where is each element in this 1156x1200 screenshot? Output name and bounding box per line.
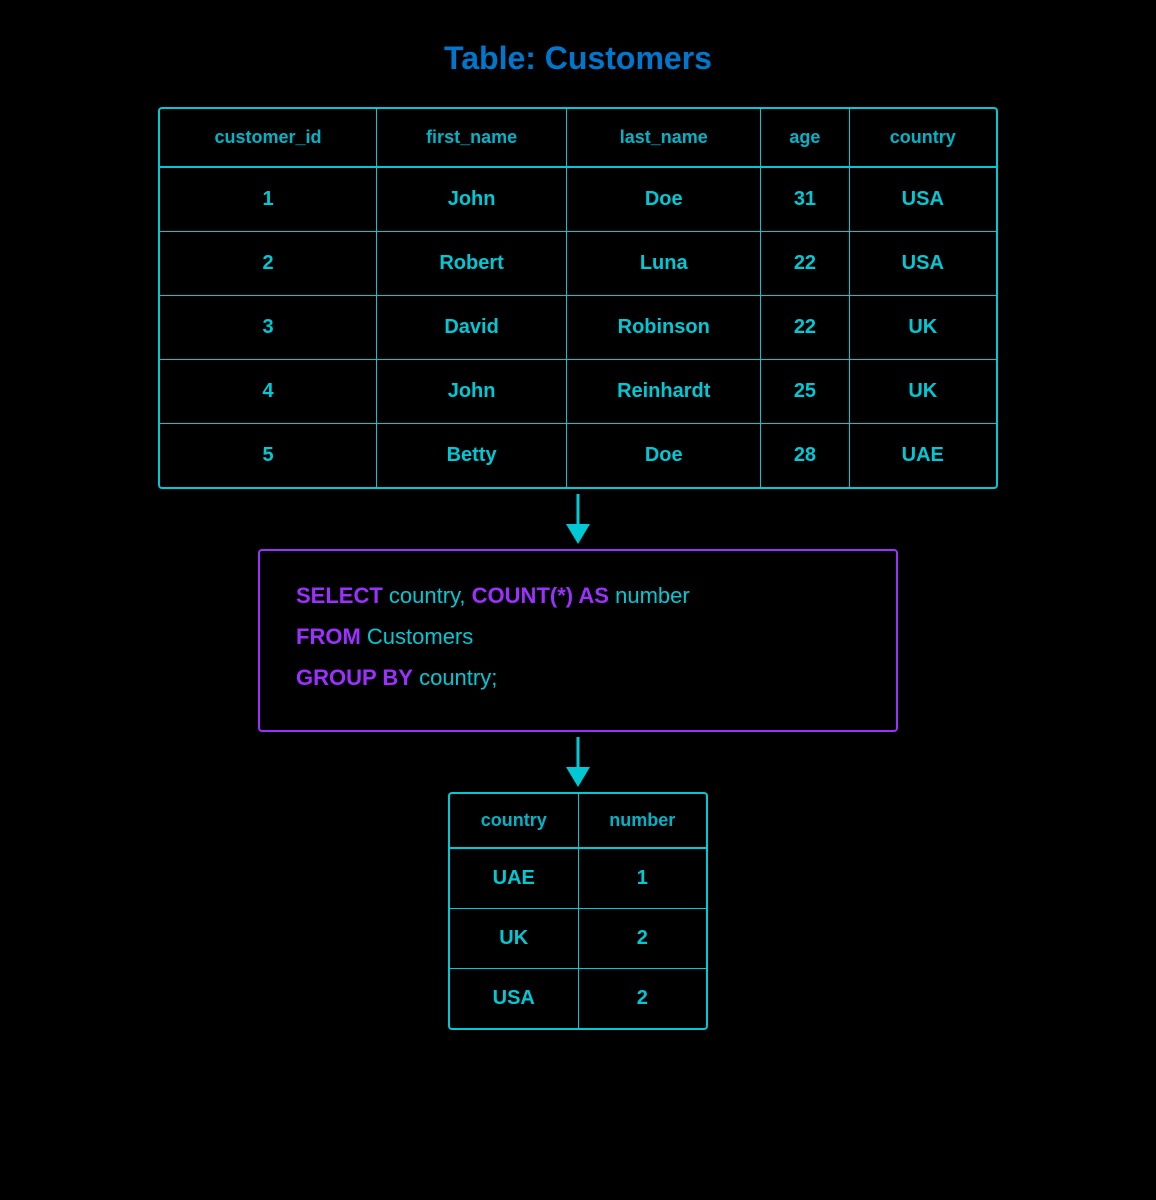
table-cell: Robert (377, 232, 567, 296)
result-col-header-country: country (450, 794, 578, 848)
result-table-cell: 2 (578, 909, 706, 969)
sql-line-3: GROUP BY country; (296, 661, 860, 694)
sql-query-box: SELECT country, COUNT(*) AS number FROM … (258, 549, 898, 732)
result-table-cell: UK (450, 909, 578, 969)
table-row: UAE1 (450, 848, 706, 909)
col-header-first-name: first_name (377, 109, 567, 167)
result-table-cell: 2 (578, 969, 706, 1029)
result-table-cell: 1 (578, 848, 706, 909)
table-cell: Reinhardt (567, 360, 761, 424)
sql-count-keyword: COUNT(*) AS (472, 583, 609, 608)
result-table-header-row: country number (450, 794, 706, 848)
table-cell: Robinson (567, 296, 761, 360)
customers-table: customer_id first_name last_name age cou… (160, 109, 996, 487)
sql-from-keyword: FROM (296, 624, 361, 649)
table-cell: UK (849, 296, 996, 360)
table-row: 1JohnDoe31USA (160, 167, 996, 232)
table-row: 5BettyDoe28UAE (160, 424, 996, 488)
table-row: USA2 (450, 969, 706, 1029)
col-header-last-name: last_name (567, 109, 761, 167)
table-cell: Doe (567, 424, 761, 488)
table-cell: Doe (567, 167, 761, 232)
col-header-country: country (849, 109, 996, 167)
result-table: country number UAE1UK2USA2 (450, 794, 706, 1028)
sql-groupby-keyword: GROUP BY (296, 665, 413, 690)
table-cell: 3 (160, 296, 377, 360)
sql-line-1: SELECT country, COUNT(*) AS number (296, 579, 860, 612)
table-row: 2RobertLuna22USA (160, 232, 996, 296)
table-cell: 22 (761, 232, 849, 296)
table-cell: USA (849, 167, 996, 232)
arrow-down-1 (558, 489, 598, 549)
table-cell: 1 (160, 167, 377, 232)
col-header-age: age (761, 109, 849, 167)
table-cell: USA (849, 232, 996, 296)
result-table-wrapper: country number UAE1UK2USA2 (448, 792, 708, 1030)
result-table-cell: UAE (450, 848, 578, 909)
sql-groupby-text: country; (419, 665, 497, 690)
table-cell: 4 (160, 360, 377, 424)
page-title: Table: Customers (444, 40, 712, 77)
table-cell: John (377, 360, 567, 424)
table-cell: 25 (761, 360, 849, 424)
table-cell: 31 (761, 167, 849, 232)
col-header-customer-id: customer_id (160, 109, 377, 167)
table-cell: 5 (160, 424, 377, 488)
table-row: 4JohnReinhardt25UK (160, 360, 996, 424)
table-row: UK2 (450, 909, 706, 969)
table-cell: 2 (160, 232, 377, 296)
result-col-header-number: number (578, 794, 706, 848)
sql-select-text: country, (389, 583, 472, 608)
sql-from-text: Customers (367, 624, 473, 649)
arrow-down-2 (558, 732, 598, 792)
table-cell: Betty (377, 424, 567, 488)
customers-table-header-row: customer_id first_name last_name age cou… (160, 109, 996, 167)
sql-number-text: number (615, 583, 690, 608)
page-container: Table: Customers customer_id first_name … (0, 40, 1156, 1030)
table-cell: John (377, 167, 567, 232)
result-table-cell: USA (450, 969, 578, 1029)
table-cell: 22 (761, 296, 849, 360)
table-row: 3DavidRobinson22UK (160, 296, 996, 360)
sql-line-2: FROM Customers (296, 620, 860, 653)
table-cell: UAE (849, 424, 996, 488)
table-cell: UK (849, 360, 996, 424)
table-cell: 28 (761, 424, 849, 488)
table-cell: David (377, 296, 567, 360)
table-cell: Luna (567, 232, 761, 296)
customers-table-wrapper: customer_id first_name last_name age cou… (158, 107, 998, 489)
sql-select-keyword: SELECT (296, 583, 383, 608)
